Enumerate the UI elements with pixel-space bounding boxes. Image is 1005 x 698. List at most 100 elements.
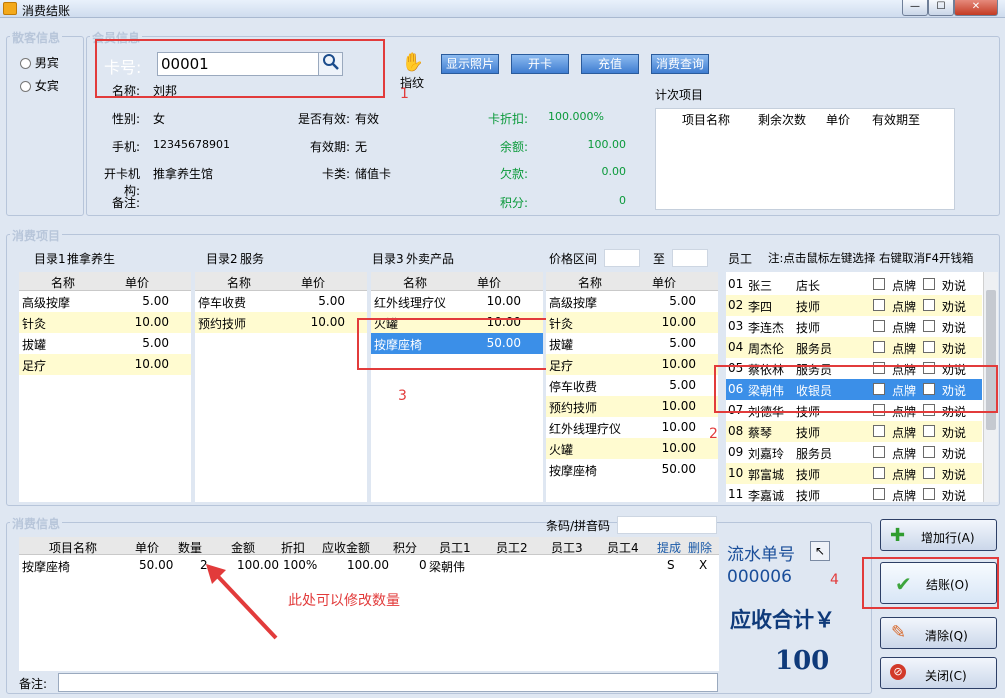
clear-button[interactable]: ✎ 清除(Q) xyxy=(880,617,997,649)
annotation-number-3: 3 xyxy=(398,388,407,404)
delete-cell[interactable]: X xyxy=(699,558,707,572)
pai-checkbox[interactable] xyxy=(873,299,885,311)
pai-checkbox[interactable] xyxy=(873,320,885,332)
list4-row[interactable]: 针灸 10.00 xyxy=(546,312,718,333)
consume-query-button[interactable]: 消费查询 xyxy=(651,54,709,74)
member-debt: 0.00 xyxy=(601,165,627,178)
member-card-type: 储值卡 xyxy=(355,167,392,181)
pai-checkbox[interactable] xyxy=(873,488,885,500)
radio-female[interactable]: 女宾 xyxy=(20,77,59,94)
quan-checkbox[interactable] xyxy=(923,488,935,500)
list2-row[interactable]: 停车收费 5.00 xyxy=(195,291,367,312)
cursor-icon[interactable]: ↖ xyxy=(810,541,830,561)
staff-row[interactable]: 02 李四 技师 点牌 劝说 xyxy=(726,295,982,316)
col-staff2: 员工2 xyxy=(496,541,528,555)
member-expire: 无 xyxy=(355,140,368,154)
pai-checkbox[interactable] xyxy=(873,425,885,437)
barcode-input[interactable] xyxy=(617,516,717,534)
staff-row[interactable]: 08 蔡琴 技师 点牌 劝说 xyxy=(726,421,982,442)
cat2-value: 服务 xyxy=(240,252,265,266)
quan-checkbox[interactable] xyxy=(923,467,935,479)
add-row-button[interactable]: ✚ 增加行(A) xyxy=(880,519,997,551)
list4-grid[interactable]: 名称 单价 高级按摩 5.00 针灸 10.00 拔罐 5.00 足疗 10.00 停车… xyxy=(546,272,718,502)
list4-row[interactable]: 拔罐 5.00 xyxy=(546,333,718,354)
staff-row[interactable]: 09 刘嘉玲 服务员 点牌 劝说 xyxy=(726,442,982,463)
list1-row[interactable]: 拔罐 5.00 xyxy=(19,333,191,354)
list2-grid[interactable]: 名称 单价 停车收费 5.00 预约技师 10.00 xyxy=(195,272,367,502)
list1-row[interactable]: 针灸 10.00 xyxy=(19,312,191,333)
fingerprint-icon[interactable]: ✋ xyxy=(401,52,425,74)
price-to-label: 至 xyxy=(653,252,666,266)
pai-checkbox[interactable] xyxy=(873,446,885,458)
quan-checkbox[interactable] xyxy=(923,278,935,290)
pai-checkbox[interactable] xyxy=(873,341,885,353)
staff-row[interactable]: 04 周杰伦 服务员 点牌 劝说 xyxy=(726,337,982,358)
male-label: 男宾 xyxy=(34,56,59,70)
title-bar xyxy=(0,0,1005,18)
annotation-box-3 xyxy=(357,318,562,370)
member-balance: 100.00 xyxy=(587,138,627,151)
list4-row[interactable]: 火罐 10.00 xyxy=(546,438,718,459)
list4-row[interactable]: 高级按摩 5.00 xyxy=(546,291,718,312)
clear-label: 清除(Q) xyxy=(925,629,968,643)
annotation-number-4: 4 xyxy=(830,572,839,588)
window-title: 消费结账 xyxy=(22,4,71,18)
quan-checkbox[interactable] xyxy=(923,299,935,311)
pai-checkbox[interactable] xyxy=(873,278,885,290)
list4-row[interactable]: 红外线理疗仪 10.00 xyxy=(546,417,718,438)
col-points: 积分 xyxy=(393,541,418,555)
price-max-input[interactable] xyxy=(672,249,708,267)
cat1-value: 推拿养生 xyxy=(67,252,116,266)
consume-note-input[interactable] xyxy=(58,673,718,692)
staff-row[interactable]: 11 李嘉诚 技师 点牌 劝说 xyxy=(726,484,982,502)
arrow-annotation xyxy=(206,564,278,640)
minimize-button[interactable]: — xyxy=(902,0,928,16)
count-items-title: 计次项目 xyxy=(655,88,704,102)
list2-row[interactable]: 预约技师 10.00 xyxy=(195,312,367,333)
quan-checkbox[interactable] xyxy=(923,341,935,353)
quantity-hint: 此处可以修改数量 xyxy=(288,593,400,609)
member-points: 0 xyxy=(619,194,626,207)
quan-checkbox[interactable] xyxy=(923,446,935,458)
list4-col-price: 单价 xyxy=(652,276,677,290)
staff-row[interactable]: 10 郭富城 技师 点牌 劝说 xyxy=(726,463,982,484)
quan-checkbox[interactable] xyxy=(923,425,935,437)
pai-checkbox[interactable] xyxy=(873,467,885,479)
col-unit-price: 单价 xyxy=(135,541,160,555)
list4-row[interactable]: 预约技师 10.00 xyxy=(546,396,718,417)
annotation-number-2: 2 xyxy=(709,426,718,442)
col-staff1: 员工1 xyxy=(439,541,471,555)
col-receivable: 应收金额 xyxy=(322,541,371,555)
expire-label: 有效期: xyxy=(309,140,350,154)
valid-label: 是否有效: xyxy=(297,112,350,126)
show-photo-button[interactable]: 显示照片 xyxy=(441,54,499,74)
list4-col-name: 名称 xyxy=(578,276,603,290)
recharge-button[interactable]: 充值 xyxy=(581,54,639,74)
open-card-button[interactable]: 开卡 xyxy=(511,54,569,74)
quan-checkbox[interactable] xyxy=(923,320,935,332)
list3-grid[interactable]: 名称 单价 红外线理疗仪 10.00 火罐 10.00 按摩座椅 50.00 xyxy=(371,272,543,502)
count-items-grid[interactable]: 项目名称 剩余次数 单价 有效期至 xyxy=(655,108,955,210)
list2-col-price: 单价 xyxy=(301,276,326,290)
radio-male[interactable]: 男宾 xyxy=(20,54,59,71)
staff-row[interactable]: 03 李连杰 技师 点牌 劝说 xyxy=(726,316,982,337)
consume-note-label: 备注: xyxy=(19,677,48,691)
list4-row[interactable]: 按摩座椅 50.00 xyxy=(546,459,718,480)
list1-row[interactable]: 高级按摩 5.00 xyxy=(19,291,191,312)
add-row-label: 增加行(A) xyxy=(921,531,975,545)
price-min-input[interactable] xyxy=(604,249,640,267)
list4-row[interactable]: 停车收费 5.00 xyxy=(546,375,718,396)
close-button[interactable]: ⊘ 关闭(C) xyxy=(880,657,997,689)
commission-cell[interactable]: S xyxy=(667,558,675,572)
annotation-box-2 xyxy=(714,365,998,413)
staff-row[interactable]: 01 张三 店长 点牌 劝说 xyxy=(726,274,982,295)
list1-grid[interactable]: 名称 单价 高级按摩 5.00 针灸 10.00 拔罐 5.00 足疗 10.00 xyxy=(19,272,191,502)
col-commission: 提成 xyxy=(657,541,682,555)
guest-legend: 散客信息 xyxy=(10,29,63,46)
close-window-button[interactable]: ✕ xyxy=(954,0,998,16)
list4-row[interactable]: 足疗 10.00 xyxy=(546,354,718,375)
list3-row[interactable]: 红外线理疗仪 10.00 xyxy=(371,291,543,312)
consume-row[interactable]: 按摩座椅 50.00 2 100.00 100% 100.00 0 梁朝伟 S … xyxy=(19,555,719,576)
list1-row[interactable]: 足疗 10.00 xyxy=(19,354,191,375)
maximize-button[interactable]: ☐ xyxy=(928,0,954,16)
